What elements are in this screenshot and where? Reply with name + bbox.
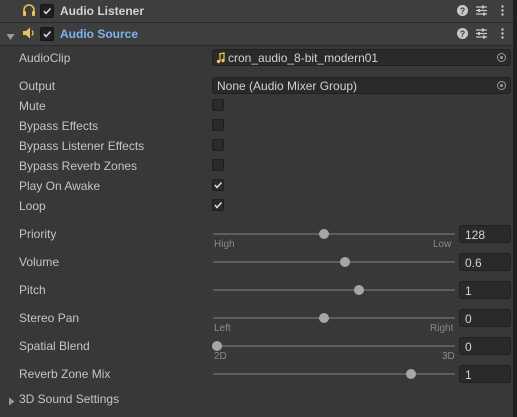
spatial-blend-left-caption: 2D bbox=[214, 351, 227, 362]
reverb-zone-mix-slider-track[interactable] bbox=[213, 373, 455, 375]
audio-clip-label: AudioClip bbox=[19, 51, 71, 65]
output-label: Output bbox=[19, 79, 56, 93]
pitch-row: Pitch 1 bbox=[0, 280, 517, 300]
spatial-blend-label: Spatial Blend bbox=[19, 339, 90, 353]
play-on-awake-row: Play On Awake bbox=[0, 176, 517, 196]
more-menu-icon[interactable] bbox=[496, 27, 509, 40]
fold-expanded-icon[interactable] bbox=[6, 30, 15, 44]
play-on-awake-label: Play On Awake bbox=[19, 179, 101, 193]
help-icon[interactable]: ? bbox=[456, 27, 469, 40]
presets-icon[interactable] bbox=[475, 27, 488, 40]
bypass-reverb-zones-label: Bypass Reverb Zones bbox=[19, 159, 138, 173]
spatial-blend-slider-thumb[interactable] bbox=[212, 341, 222, 351]
volume-slider-thumb[interactable] bbox=[339, 257, 350, 267]
audio-source-header[interactable]: Audio Source ? bbox=[0, 23, 517, 46]
priority-value: 128 bbox=[465, 228, 486, 242]
spatial-blend-value: 0 bbox=[465, 340, 472, 354]
bypass-listener-effects-row: Bypass Listener Effects bbox=[0, 136, 517, 156]
reverb-zone-mix-input[interactable]: 1 bbox=[459, 365, 511, 383]
svg-text:?: ? bbox=[460, 29, 466, 39]
scrollbar-gutter bbox=[513, 0, 517, 417]
reverb-zone-mix-slider-thumb[interactable] bbox=[405, 369, 416, 379]
volume-label: Volume bbox=[19, 255, 60, 269]
audio-source-title: Audio Source bbox=[60, 27, 139, 41]
volume-value: 0.6 bbox=[465, 256, 482, 270]
volume-input[interactable]: 0.6 bbox=[459, 253, 511, 271]
object-picker-icon[interactable] bbox=[497, 53, 506, 62]
bypass-listener-effects-label: Bypass Listener Effects bbox=[19, 139, 145, 153]
spatial-blend-slider-track[interactable] bbox=[213, 345, 455, 347]
bypass-effects-row: Bypass Effects bbox=[0, 116, 517, 136]
volume-slider-track[interactable] bbox=[213, 261, 455, 263]
pitch-value: 1 bbox=[465, 284, 472, 298]
spatial-blend-input[interactable]: 0 bbox=[459, 337, 511, 355]
mute-row: Mute bbox=[0, 96, 517, 116]
audio-clip-row: AudioClip cron_audio_8-bit_modern01 bbox=[0, 48, 517, 68]
mute-label: Mute bbox=[19, 99, 46, 113]
pitch-input[interactable]: 1 bbox=[459, 281, 511, 299]
bypass-reverb-zones-row: Bypass Reverb Zones bbox=[0, 156, 517, 176]
stereo-pan-left-caption: Left bbox=[214, 323, 231, 334]
object-picker-icon[interactable] bbox=[497, 81, 506, 90]
headphones-icon bbox=[22, 3, 36, 20]
priority-input[interactable]: 128 bbox=[459, 225, 511, 243]
output-field[interactable]: None (Audio Mixer Group) bbox=[212, 77, 511, 94]
audio-clip-value: cron_audio_8-bit_modern01 bbox=[228, 51, 379, 65]
reverb-zone-mix-value: 1 bbox=[465, 368, 472, 382]
priority-right-caption: Low bbox=[433, 239, 452, 250]
audio-clip-field[interactable]: cron_audio_8-bit_modern01 bbox=[212, 49, 511, 66]
stereo-pan-input[interactable]: 0 bbox=[459, 309, 511, 327]
checkmark-icon bbox=[214, 201, 223, 209]
3d-sound-settings-foldout[interactable]: 3D Sound Settings bbox=[0, 389, 517, 411]
output-row: Output None (Audio Mixer Group) bbox=[0, 76, 517, 96]
pitch-label: Pitch bbox=[19, 283, 46, 297]
audio-listener-enabled-checkbox[interactable] bbox=[40, 4, 54, 18]
priority-slider-thumb[interactable] bbox=[318, 229, 329, 239]
speaker-icon bbox=[22, 26, 36, 43]
play-on-awake-checkbox[interactable] bbox=[212, 179, 224, 191]
audio-listener-title: Audio Listener bbox=[60, 4, 145, 18]
priority-slider-track[interactable] bbox=[213, 233, 455, 235]
loop-row: Loop bbox=[0, 196, 517, 216]
bypass-effects-checkbox[interactable] bbox=[212, 119, 224, 131]
priority-row: Priority 128 High Low bbox=[0, 224, 517, 250]
spatial-blend-row: Spatial Blend 0 2D 3D bbox=[0, 336, 517, 362]
more-menu-icon[interactable] bbox=[496, 4, 509, 17]
stereo-pan-row: Stereo Pan 0 Left Right bbox=[0, 308, 517, 334]
priority-left-caption: High bbox=[214, 239, 235, 250]
volume-row: Volume 0.6 bbox=[0, 252, 517, 272]
loop-checkbox[interactable] bbox=[212, 199, 224, 211]
pitch-slider-thumb[interactable] bbox=[354, 285, 365, 295]
stereo-pan-right-caption: Right bbox=[430, 323, 454, 334]
checkmark-icon bbox=[214, 181, 223, 189]
reverb-zone-mix-row: Reverb Zone Mix 1 bbox=[0, 364, 517, 384]
audio-clip-icon bbox=[216, 52, 226, 67]
stereo-pan-slider-track[interactable] bbox=[213, 317, 455, 319]
bypass-reverb-zones-checkbox[interactable] bbox=[212, 159, 224, 171]
audio-listener-header[interactable]: Audio Listener ? bbox=[0, 0, 517, 23]
audio-source-enabled-checkbox[interactable] bbox=[40, 27, 54, 41]
reverb-zone-mix-label: Reverb Zone Mix bbox=[19, 367, 111, 381]
stereo-pan-value: 0 bbox=[465, 312, 472, 326]
3d-sound-settings-label: 3D Sound Settings bbox=[19, 392, 120, 406]
bypass-effects-label: Bypass Effects bbox=[19, 119, 99, 133]
stereo-pan-label: Stereo Pan bbox=[19, 311, 80, 325]
priority-label: Priority bbox=[19, 227, 57, 241]
pitch-slider-track[interactable] bbox=[213, 289, 455, 291]
spatial-blend-right-caption: 3D bbox=[442, 351, 455, 362]
svg-text:?: ? bbox=[460, 6, 466, 16]
fold-collapsed-icon[interactable] bbox=[8, 395, 15, 409]
bypass-listener-effects-checkbox[interactable] bbox=[212, 139, 224, 151]
presets-icon[interactable] bbox=[475, 4, 488, 17]
loop-label: Loop bbox=[19, 199, 46, 213]
mute-checkbox[interactable] bbox=[212, 99, 224, 111]
help-icon[interactable]: ? bbox=[456, 4, 469, 17]
stereo-pan-slider-thumb[interactable] bbox=[318, 313, 329, 323]
output-value: None (Audio Mixer Group) bbox=[217, 79, 358, 93]
